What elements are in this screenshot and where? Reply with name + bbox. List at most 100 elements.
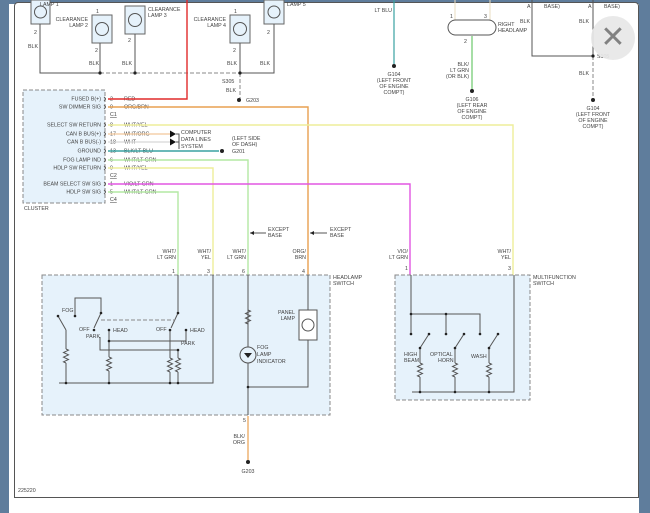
ground-label: G201: [232, 149, 245, 155]
base-label: BASE): [604, 4, 620, 10]
connector-c1: C1: [110, 112, 117, 118]
pin-number: 3: [484, 14, 487, 20]
ground-label: COMPT): [384, 90, 405, 96]
optical-horn-label: HORN: [438, 358, 454, 364]
cluster-pin-label: CAN B BUS(-): [67, 140, 101, 146]
pin-number: 2: [34, 30, 37, 36]
off-position-label: OFF: [156, 327, 167, 333]
splice-dot: [591, 54, 595, 58]
wire-label: BLK: [579, 71, 589, 77]
pin-number: 2: [464, 39, 467, 45]
right-headlamp: [447, 19, 497, 36]
pin-number: 2: [128, 38, 131, 44]
headlamp-switch: HEADLAMP SWITCH WHT/ LT GRN WHT/ YEL WHT…: [41, 249, 363, 475]
close-icon: ✕: [600, 20, 626, 55]
except-base-label: BASE: [330, 233, 345, 239]
pin-number: 3: [508, 266, 511, 272]
data-lines-label: DATA LINES: [181, 137, 211, 143]
close-button[interactable]: ✕: [591, 16, 635, 60]
right-top-section: LT BLU G104 (LEFT FRONT OF ENGINE COMPT)…: [375, 0, 620, 130]
pin-number: 1: [234, 9, 237, 15]
multifunction-switch: MULTIFUNCTION SWITCH VIO/ LT GRN WHT/ YE…: [389, 249, 576, 401]
splice-dot: [238, 71, 242, 75]
except-base-notes: EXCEPT BASE EXCEPT BASE: [250, 227, 352, 239]
diagram-id: 225220: [18, 488, 36, 494]
lamp-4-label: LAMP 4: [207, 23, 226, 29]
connector-c2: C2: [110, 173, 117, 179]
pin-number: 6: [242, 269, 245, 275]
arrow-icon: [250, 231, 254, 235]
splice-dot: [98, 71, 102, 75]
lamp-3-label: LAMP 3: [148, 13, 167, 19]
wire-label: (OR BLK): [446, 74, 469, 80]
cluster-pin-label: HDLP SW RETURN: [53, 166, 101, 172]
pin-number: 3: [207, 269, 210, 275]
pin-number: 2: [267, 30, 270, 36]
wht-lt-grn-sig-wire: [108, 191, 179, 275]
wire-label: BLK: [227, 61, 237, 67]
wire-label: BLK: [122, 61, 132, 67]
wiring-diagram: LAMP 1 CLEARANCE LAMP 2 CLEARANCE LAMP 3…: [18, 0, 620, 494]
base-label: BASE): [544, 4, 560, 10]
blk-dashed-wire: [100, 72, 241, 100]
cluster-pin-label: GROUND: [77, 149, 101, 155]
headlamp-switch-label: SWITCH: [333, 281, 354, 287]
blk-wires: [531, 0, 594, 57]
cluster-pin-label: FUSED B(+): [71, 97, 101, 103]
vio-lt-grn-wire: [108, 183, 411, 275]
cluster-pin-label: SELECT SW RETURN: [47, 123, 101, 129]
ground-icon: [392, 64, 396, 68]
connector-label: A: [527, 4, 531, 10]
top-lamps: LAMP 1 CLEARANCE LAMP 2 CLEARANCE LAMP 3…: [28, 0, 306, 104]
head-position-label: HEAD: [190, 328, 205, 334]
ground-icon: [591, 98, 595, 102]
pin-number: 4: [302, 269, 305, 275]
wire-label: BLK: [226, 88, 236, 94]
wire-label: LT GRN: [389, 255, 408, 261]
connector-c4: C4: [110, 197, 117, 203]
wire-label: BRN: [295, 255, 306, 261]
off-position-label: OFF: [79, 327, 90, 333]
wire-label: LT GRN: [227, 255, 246, 261]
ground-icon: [246, 460, 250, 464]
ground-icon: [220, 149, 224, 153]
ground-label: OF DASH): [232, 142, 258, 148]
cluster-label: CLUSTER: [24, 206, 49, 212]
wire-label: YEL: [201, 255, 211, 261]
cluster-pin-label: SW DIMMER SIG: [59, 105, 101, 111]
pin-number: 2: [95, 48, 98, 54]
cluster-pin-label: CAN B BUS(+): [66, 132, 101, 138]
ground-label: G203: [246, 98, 259, 104]
data-lines-label: COMPUTER: [181, 130, 211, 136]
wire-label: LT GRN: [157, 255, 176, 261]
fog-indicator-label: INDICATOR: [257, 359, 286, 365]
wire-label: YEL: [501, 255, 511, 261]
except-base-label: BASE: [268, 233, 283, 239]
ground-label: COMPT): [583, 124, 604, 130]
lamp-5-label: LAMP 5: [287, 2, 306, 8]
pin-number: 5: [243, 418, 246, 424]
wire-label: LT BLU: [375, 8, 393, 14]
pin-number: 2: [233, 48, 236, 54]
wire-label: BLK: [260, 61, 270, 67]
data-lines-bracket: [176, 133, 180, 149]
data-lines-label: SYSTEM: [181, 144, 203, 150]
ground-label: G203: [242, 469, 255, 475]
arrow-icon: [170, 130, 176, 146]
connector-label: A: [588, 4, 592, 10]
splice-dot: [246, 385, 250, 389]
lamp-1-label: LAMP 1: [40, 2, 59, 8]
cluster-pin-label: HDLP SW SIG: [66, 190, 101, 196]
ground-icon: [470, 89, 474, 93]
cluster-pin-label: FOG LAMP IND: [63, 158, 101, 164]
splice-dot: [133, 71, 137, 75]
wire-label: BLK: [28, 44, 38, 50]
headlamp-label: HEADLAMP: [498, 28, 528, 34]
cluster-pin-label: BEAM SELECT SW SIG: [43, 182, 101, 188]
ground-label: COMPT): [462, 115, 483, 121]
pin-number: 1: [172, 269, 175, 275]
park-position-label: PARK: [181, 341, 195, 347]
ground-icon: [237, 98, 241, 102]
park-position-label: PARK: [86, 334, 100, 340]
panel-lamp-label: LAMP: [281, 316, 296, 322]
